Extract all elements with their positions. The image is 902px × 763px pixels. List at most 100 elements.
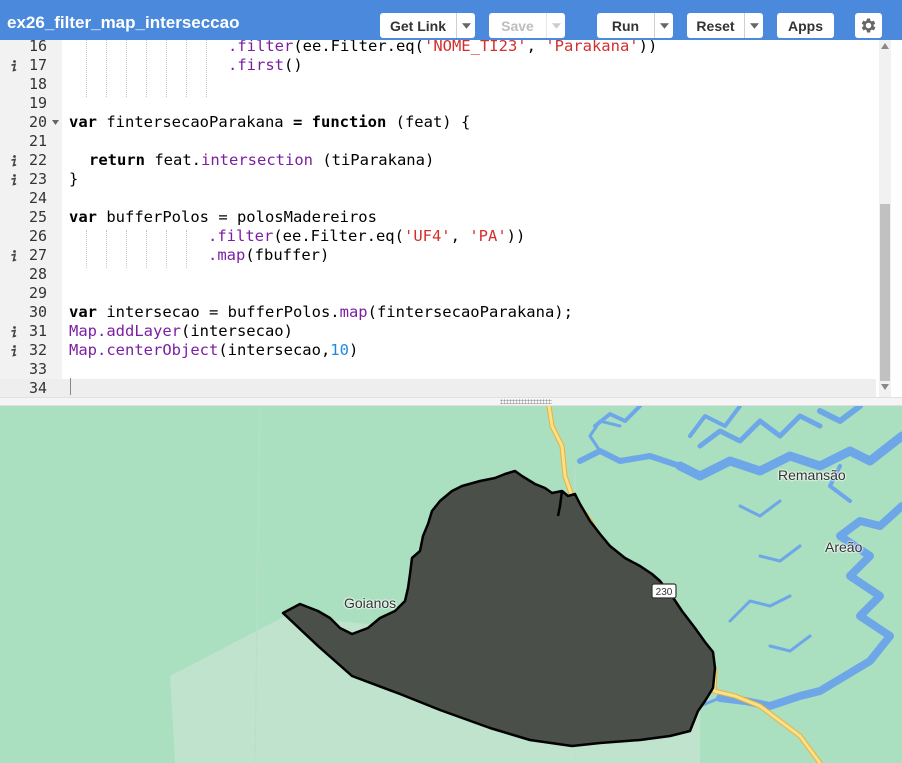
code-token: (fintersecaoParakana); [367, 303, 573, 321]
code-token: (feat) { [386, 113, 471, 131]
code-token: var [69, 208, 97, 226]
code-token: .first [228, 56, 284, 74]
scroll-down-arrow-icon[interactable] [881, 384, 889, 390]
settings-button[interactable] [855, 13, 882, 38]
line-number: 22 [28, 151, 47, 169]
indent-guide [146, 40, 147, 97]
indent-guide [126, 40, 127, 97]
code-line[interactable]: 28 [0, 265, 876, 284]
place-label-goianos: Goianos [344, 595, 397, 611]
code-token: )) [506, 227, 526, 245]
indent-guide [106, 40, 107, 97]
code-line[interactable]: 32 Map.centerObject(intersecao,10) [0, 341, 876, 360]
scroll-up-arrow-icon[interactable] [881, 43, 889, 49]
code-line[interactable]: 20 var fintersecaoParakana = function (fe… [0, 113, 876, 132]
run-dropdown-icon[interactable] [654, 13, 673, 38]
line-number: 28 [28, 265, 47, 283]
code-token: (ee.Filter.eq( [273, 227, 404, 245]
code-text: .map(fbuffer) [208, 246, 329, 265]
indent-guide [186, 230, 187, 268]
indent-guide [166, 40, 167, 97]
info-annotation-icon[interactable] [9, 155, 18, 167]
code-token: map [339, 303, 368, 321]
save-dropdown-icon[interactable] [546, 13, 565, 38]
code-line[interactable]: 24 [0, 189, 876, 208]
code-line[interactable]: 16 .filter(ee.Filter.eq('NOME_TI23', 'Par… [0, 40, 876, 56]
info-annotation-icon[interactable] [9, 250, 18, 262]
indent-guide [166, 230, 167, 268]
reset-dropdown-icon[interactable] [744, 13, 763, 38]
map-view[interactable]: 230 Remansão Areão Goianos [0, 406, 902, 763]
road-shield-number: 230 [656, 587, 673, 598]
reset-label: Reset [696, 17, 735, 34]
script-title: ex26_filter_map_interseccao [7, 13, 240, 32]
line-number: 27 [28, 246, 47, 264]
code-line[interactable]: 34 [0, 379, 876, 397]
code-token: fintersecaoParakana [97, 113, 293, 131]
code-line[interactable]: 30 var intersecao = bufferPolos.map(finte… [0, 303, 876, 322]
code-line[interactable]: 25 var bufferPolos = polosMadereiros [0, 208, 876, 227]
code-line[interactable]: 29 [0, 284, 876, 303]
code-text: var bufferPolos = polosMadereiros [69, 208, 377, 227]
info-annotation-icon[interactable] [9, 174, 18, 186]
editor-scrollbar-thumb[interactable] [880, 204, 890, 381]
code-token: (intersecao) [180, 322, 293, 340]
code-line[interactable]: 23} [0, 170, 876, 189]
get-link-button[interactable]: Get Link [380, 13, 475, 38]
save-label: Save [501, 17, 534, 34]
reset-button[interactable]: Reset [687, 13, 763, 38]
gear-icon [861, 18, 876, 33]
code-token: function [311, 113, 387, 131]
line-number: 32 [28, 341, 47, 359]
code-token: intersecao = bufferPolos. [97, 303, 340, 321]
run-button[interactable]: Run [597, 13, 673, 38]
code-line[interactable]: 31 Map.addLayer(intersecao) [0, 322, 876, 341]
line-number: 17 [28, 56, 47, 74]
text-cursor [70, 378, 71, 395]
line-number: 25 [28, 208, 47, 226]
line-number: 16 [28, 40, 47, 55]
code-text: return feat.intersection (tiParakana) [89, 151, 434, 170]
code-token: , [450, 227, 470, 245]
code-token: (tiParakana) [312, 151, 435, 169]
fold-arrow-icon[interactable] [52, 120, 59, 125]
panel-resize-divider[interactable] [0, 397, 902, 406]
info-annotation-icon[interactable] [9, 60, 18, 72]
code-text: Map.centerObject(intersecao,10) [69, 341, 358, 360]
code-line[interactable]: 33 [0, 360, 876, 379]
line-number: 31 [28, 322, 47, 340]
code-line[interactable]: 18 [0, 75, 876, 94]
code-text: .filter(ee.Filter.eq('UF4', 'PA')) [208, 227, 525, 246]
code-text: } [69, 170, 79, 188]
line-number: 30 [28, 303, 47, 321]
code-token: () [284, 56, 303, 74]
code-line[interactable]: 19 [0, 94, 876, 113]
apps-button[interactable]: Apps [777, 13, 834, 38]
line-number: 18 [28, 75, 47, 93]
code-line[interactable]: 17 .first() [0, 56, 876, 75]
code-line[interactable]: 21 [0, 132, 876, 151]
info-annotation-icon[interactable] [9, 326, 18, 338]
code-token: (intersecao, [218, 341, 331, 359]
line-number: 23 [28, 170, 47, 188]
code-text: Map.addLayer(intersecao) [69, 322, 293, 341]
map-canvas[interactable]: 230 [0, 406, 902, 763]
place-label-remansao: Remansão [778, 467, 846, 483]
code-token: )) [638, 40, 658, 55]
code-line[interactable]: 27 .map(fbuffer) [0, 246, 876, 265]
code-line[interactable]: 26 .filter(ee.Filter.eq('UF4', 'PA')) [0, 227, 876, 246]
indent-guide [86, 230, 87, 268]
resize-handle-icon[interactable] [500, 399, 552, 404]
code-token: return [89, 151, 145, 169]
place-label-areao: Areão [825, 539, 863, 555]
code-token: 'PA' [469, 227, 507, 245]
info-annotation-icon[interactable] [9, 345, 18, 357]
code-token: (ee.Filter.eq( [293, 40, 424, 55]
code-editor[interactable]: 16 .filter(ee.Filter.eq('NOME_TI23', 'Par… [0, 40, 902, 397]
save-button[interactable]: Save [489, 13, 565, 38]
line-number: 21 [28, 132, 47, 150]
get-link-dropdown-icon[interactable] [456, 13, 475, 38]
code-line[interactable]: 22 return feat.intersection (tiParakana) [0, 151, 876, 170]
apps-label: Apps [788, 17, 823, 34]
